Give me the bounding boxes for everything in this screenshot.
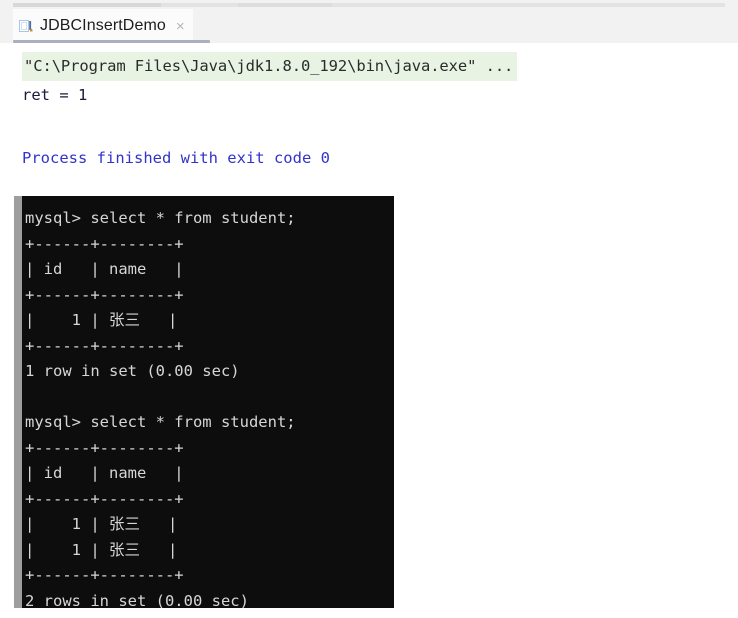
terminal-line: mysql> select * from student; [25, 413, 296, 431]
terminal-line: | 1 | 张三 | [25, 515, 178, 533]
terminal-output: mysql> select * from student; +------+---… [22, 196, 394, 608]
console-output-line: ret = 1 [22, 86, 88, 104]
terminal-line: 1 row in set (0.00 sec) [25, 362, 240, 380]
terminal-line: +------+--------+ [25, 566, 184, 584]
console-exit-line: Process finished with exit code 0 [22, 149, 330, 167]
terminal-line: +------+--------+ [25, 234, 184, 253]
terminal-line: 2 rows in set (0.00 sec) [25, 591, 249, 609]
top-strip-segment-middle [238, 3, 332, 7]
terminal-scrollbar[interactable] [14, 196, 22, 608]
terminal-line: | 1 | 张三 | [25, 540, 178, 559]
terminal-line: +------+--------+ [25, 438, 184, 457]
tab-active-underline [13, 40, 210, 43]
terminal-line: +------+--------+ [25, 285, 184, 304]
terminal-line: +------+--------+ [25, 336, 184, 355]
tab-bar: JDBCInsertDemo × [0, 9, 738, 43]
terminal-line: | id | name | [25, 260, 184, 278]
run-configuration-icon [19, 19, 33, 34]
terminal-line: mysql> select * from student; [25, 209, 296, 227]
console-command-line: "C:\Program Files\Java\jdk1.8.0_192\bin\… [22, 52, 518, 81]
window-top-strip [0, 0, 738, 9]
terminal-line: | id | name | [25, 464, 184, 482]
terminal-line: +------+--------+ [25, 489, 184, 508]
terminal-line: | 1 | 张三 | [25, 311, 178, 329]
tab-jdbcinsertdemo[interactable]: JDBCInsertDemo × [13, 9, 193, 43]
mysql-terminal[interactable]: mysql> select * from student; +------+---… [14, 196, 394, 608]
close-icon[interactable]: × [176, 19, 185, 34]
tab-label: JDBCInsertDemo [40, 17, 166, 34]
run-console[interactable]: "C:\Program Files\Java\jdk1.8.0_192\bin\… [0, 46, 738, 186]
top-strip-segment-left [13, 3, 161, 7]
